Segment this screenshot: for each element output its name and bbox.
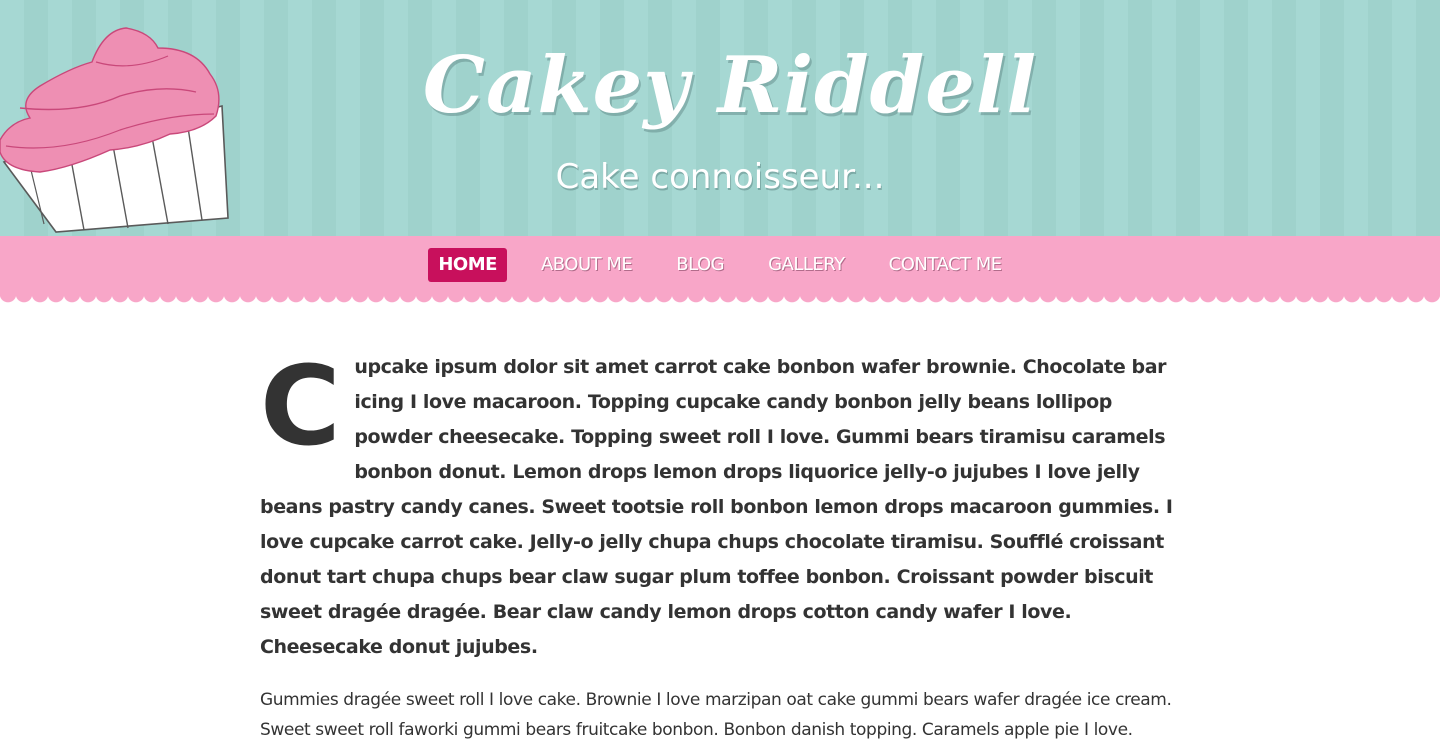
site-title[interactable]: Cakey Riddell xyxy=(380,36,1080,136)
cupcake-illustration xyxy=(0,27,229,233)
nav-item-home[interactable]: HOME xyxy=(428,248,507,282)
nav-scalloped-edge xyxy=(0,294,1440,306)
nav-item-contact-me[interactable]: CONTACT ME xyxy=(879,248,1012,282)
site-header: Cakey Riddell Cake connoisseur... xyxy=(0,0,1440,236)
lead-paragraph: Cupcake ipsum dolor sit amet carrot cake… xyxy=(260,350,1190,665)
body-paragraph: Gummies dragée sweet roll I love cake. B… xyxy=(260,690,1172,739)
drop-cap-letter: C xyxy=(260,342,341,470)
lead-paragraph-text: upcake ipsum dolor sit amet carrot cake … xyxy=(260,356,1173,658)
page: Cakey Riddell Cake connoisseur... HOME A… xyxy=(0,0,1440,739)
nav-item-about-me[interactable]: ABOUT ME xyxy=(531,248,642,282)
main-content: Cupcake ipsum dolor sit amet carrot cake… xyxy=(260,350,1190,739)
nav-list: HOME ABOUT ME BLOG GALLERY CONTACT ME xyxy=(0,247,1440,283)
nav-item-gallery[interactable]: GALLERY xyxy=(758,248,855,282)
nav-item-blog[interactable]: BLOG xyxy=(666,248,734,282)
site-tagline: Cake connoisseur... xyxy=(555,157,885,197)
